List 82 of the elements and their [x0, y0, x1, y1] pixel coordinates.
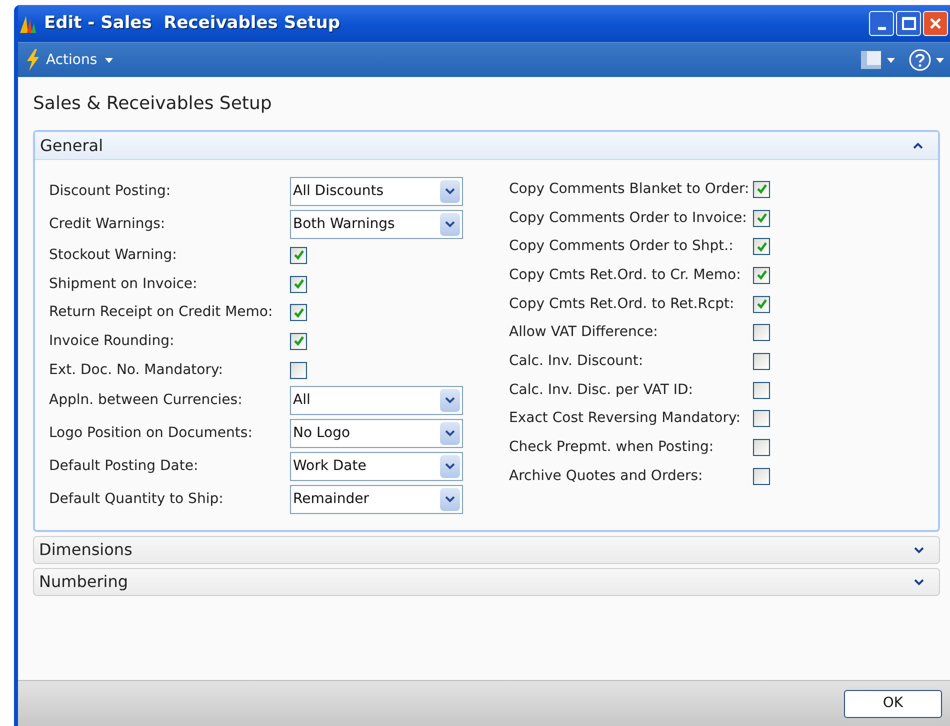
section-header[interactable]: Numbering: [33, 568, 940, 596]
checkbox[interactable]: [753, 210, 770, 227]
expand-chevron-icon: [914, 578, 924, 586]
close-icon: [929, 17, 942, 30]
checkbox[interactable]: [753, 382, 770, 399]
checkbox[interactable]: [753, 439, 770, 456]
checkbox[interactable]: [753, 352, 770, 370]
field-label: Default Quantity to Ship:: [49, 490, 224, 510]
section-title: General: [40, 134, 104, 156]
checkbox[interactable]: [290, 276, 307, 293]
expand-chevron-icon: [914, 546, 924, 554]
dropdown-field[interactable]: Both Warnings: [290, 210, 463, 239]
field-label: Copy Comments Blanket to Order:: [509, 180, 750, 199]
field-label: Ext. Doc. No. Mandatory:: [49, 360, 224, 380]
help-menu-button[interactable]: [909, 49, 944, 71]
ok-button[interactable]: OK: [844, 690, 942, 718]
caret-icon: [936, 58, 944, 62]
field-label: Discount Posting:: [49, 182, 172, 201]
field-label: Allow VAT Difference:: [509, 323, 659, 342]
section-title: Dimensions: [39, 539, 132, 562]
field-label: Check Prepmt. when Posting:: [509, 438, 715, 458]
page-title: Sales & Receivables Setup: [33, 92, 273, 116]
field-label: Logo Position on Documents:: [49, 424, 254, 444]
field-label: Copy Cmts Ret.Ord. to Ret.Rcpt:: [509, 294, 736, 314]
actions-menu-button[interactable]: Actions: [46, 50, 114, 70]
checkbox[interactable]: [290, 362, 307, 379]
checkbox[interactable]: [290, 332, 307, 350]
dropdown-field[interactable]: Remainder: [290, 485, 463, 514]
checkbox[interactable]: [753, 296, 770, 313]
field-label: Appln. between Currencies:: [49, 391, 244, 410]
app-logo-icon: [19, 14, 37, 34]
dropdown-caret-icon[interactable]: [440, 488, 460, 512]
layout-menu-button[interactable]: [861, 51, 895, 69]
lightning-icon: [26, 49, 40, 71]
collapse-chevron-icon: [913, 142, 923, 149]
field-label: Stockout Warning:: [49, 246, 178, 265]
dropdown-value: Both Warnings: [293, 215, 396, 234]
checkbox[interactable]: [753, 238, 770, 256]
dropdown-value: No Logo: [293, 424, 352, 444]
dropdown-value: Work Date: [293, 457, 368, 476]
field-label: Return Receipt on Credit Memo:: [49, 303, 274, 322]
close-button[interactable]: [923, 11, 948, 36]
field-label: Copy Comments Order to Shpt.:: [509, 237, 734, 256]
section-header[interactable]: Dimensions: [33, 536, 940, 564]
dropdown-caret-icon[interactable]: [440, 180, 460, 203]
field-label: Archive Quotes and Orders:: [509, 466, 704, 486]
layout-icon: [861, 51, 881, 69]
field-label: Calc. Inv. Disc. per VAT ID:: [509, 380, 694, 400]
field-label: Credit Warnings:: [49, 215, 166, 234]
field-label: Calc. Inv. Discount:: [509, 352, 644, 371]
field-label: Default Posting Date:: [49, 457, 200, 476]
dropdown-caret-icon[interactable]: [440, 455, 460, 478]
field-label: Copy Cmts Ret.Ord. to Cr. Memo:: [509, 266, 742, 285]
dropdown-field[interactable]: Work Date: [290, 452, 463, 482]
checkbox[interactable]: [290, 304, 307, 322]
checkbox[interactable]: [753, 468, 770, 485]
checkbox[interactable]: [753, 324, 770, 342]
dropdown-caret-icon[interactable]: [440, 389, 460, 412]
field-label: Copy Comments Order to Invoice:: [509, 208, 748, 228]
dropdown-field[interactable]: No Logo: [290, 419, 463, 448]
minimize-button[interactable]: [869, 11, 894, 36]
checkbox[interactable]: [753, 410, 770, 428]
dropdown-caret-icon[interactable]: [440, 213, 460, 236]
help-icon: [909, 49, 931, 71]
window-title: Edit - Sales Receivables Setup: [44, 12, 341, 35]
dropdown-field[interactable]: All: [290, 386, 463, 416]
caret-icon: [887, 58, 895, 62]
dropdown-value: Remainder: [293, 490, 370, 510]
dropdown-value: All Discounts: [293, 182, 385, 201]
dropdown-value: All: [293, 391, 312, 410]
checkbox[interactable]: [753, 180, 770, 198]
checkbox[interactable]: [290, 246, 307, 264]
field-label: Exact Cost Reversing Mandatory:: [509, 409, 742, 428]
caret-icon: [105, 58, 114, 62]
field-label: Invoice Rounding:: [49, 332, 176, 351]
section-title: Numbering: [39, 571, 128, 594]
checkbox[interactable]: [753, 266, 770, 284]
maximize-button[interactable]: [896, 11, 921, 36]
field-label: Shipment on Invoice:: [49, 274, 198, 294]
section-header[interactable]: General: [35, 132, 938, 160]
dropdown-field[interactable]: All Discounts: [290, 177, 463, 206]
dropdown-caret-icon[interactable]: [440, 422, 460, 446]
